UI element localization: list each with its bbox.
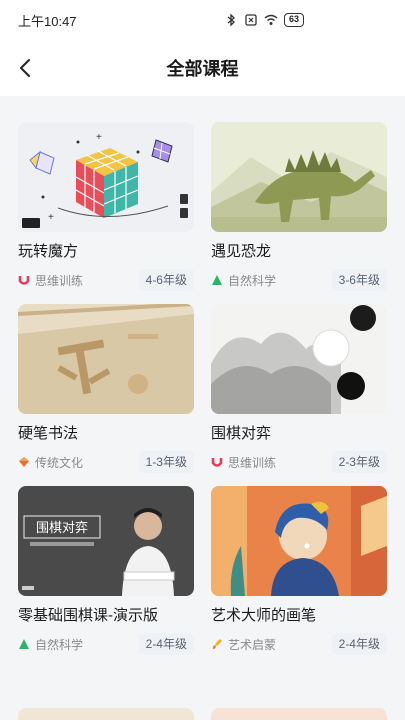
brush-icon xyxy=(212,639,222,649)
course-category-label: 艺术启蒙 xyxy=(228,637,277,652)
course-thumbnail-peek xyxy=(18,708,194,720)
course-thumbnail: 围棋对弈 xyxy=(18,486,194,596)
bluetooth-icon xyxy=(227,13,235,27)
next-row-peek xyxy=(18,708,388,720)
back-button[interactable] xyxy=(12,54,40,82)
status-bar: 上午10:47 63 xyxy=(0,0,405,40)
course-category-label: 自然科学 xyxy=(228,273,277,288)
grade-badge: 4-6年级 xyxy=(138,269,194,291)
svg-text:+: + xyxy=(48,212,54,223)
course-title: 围棋对弈 xyxy=(211,425,272,442)
course-category: 自然科学 xyxy=(211,272,276,289)
grade-badge: 2-4年级 xyxy=(138,633,194,655)
course-title: 硬笔书法 xyxy=(18,425,79,442)
course-category-label: 思维训练 xyxy=(35,273,84,288)
course-category-label: 自然科学 xyxy=(35,637,84,652)
course-thumbnail xyxy=(211,486,387,596)
course-category-label: 传统文化 xyxy=(35,455,84,470)
status-time: 上午10:47 xyxy=(18,13,77,29)
course-card[interactable]: 围棋对弈 思维训练 2-3年级 xyxy=(211,304,387,474)
course-thumbnail xyxy=(211,122,387,232)
diamond-icon xyxy=(19,457,29,467)
course-title: 遇见恐龙 xyxy=(211,243,272,260)
sim-icon xyxy=(245,14,257,26)
thumbnail-title: 围棋对弈 xyxy=(36,520,88,536)
course-category: 传统文化 xyxy=(18,454,83,471)
course-title: 玩转魔方 xyxy=(18,243,79,260)
course-thumbnail xyxy=(18,304,194,414)
battery-indicator: 63 xyxy=(284,13,305,27)
course-category-label: 思维训练 xyxy=(228,455,277,470)
course-category: 思维训练 xyxy=(211,454,276,471)
status-icons: 63 xyxy=(224,13,305,27)
chevron-left-icon xyxy=(20,59,30,77)
course-list[interactable]: + + 玩转魔方 思维训练 4-6年级 遇见恐龙 自然科学 3-6年级 硬笔书法… xyxy=(0,96,405,720)
course-card[interactable]: + + 玩转魔方 思维训练 4-6年级 xyxy=(18,122,194,292)
grade-badge: 2-4年级 xyxy=(331,633,387,655)
svg-text:+: + xyxy=(96,132,102,143)
course-card[interactable]: 围棋对弈 零基础围棋课-演示版 自然科学 2-4年级 xyxy=(18,486,194,656)
triangle-icon xyxy=(19,639,29,649)
course-thumbnail-peek xyxy=(211,708,387,720)
grade-badge: 2-3年级 xyxy=(331,451,387,473)
course-title: 艺术大师的画笔 xyxy=(211,607,317,624)
course-card[interactable]: 艺术大师的画笔 艺术启蒙 2-4年级 xyxy=(211,486,387,656)
course-thumbnail: + + xyxy=(18,122,194,232)
u-icon xyxy=(211,458,223,467)
course-card[interactable]: 遇见恐龙 自然科学 3-6年级 xyxy=(211,122,387,292)
page-title: 全部课程 xyxy=(166,59,239,79)
triangle-icon xyxy=(212,275,222,285)
u-icon xyxy=(18,276,30,285)
course-category: 自然科学 xyxy=(18,636,83,653)
course-thumbnail xyxy=(211,304,387,414)
nav-bar: 全部课程 xyxy=(0,42,405,94)
grade-badge: 1-3年级 xyxy=(138,451,194,473)
wifi-icon xyxy=(264,14,278,25)
course-card[interactable]: 硬笔书法 传统文化 1-3年级 xyxy=(18,304,194,474)
course-category: 思维训练 xyxy=(18,272,83,289)
course-category: 艺术启蒙 xyxy=(211,636,276,653)
grade-badge: 3-6年级 xyxy=(331,269,387,291)
course-title: 零基础围棋课-演示版 xyxy=(18,607,158,624)
